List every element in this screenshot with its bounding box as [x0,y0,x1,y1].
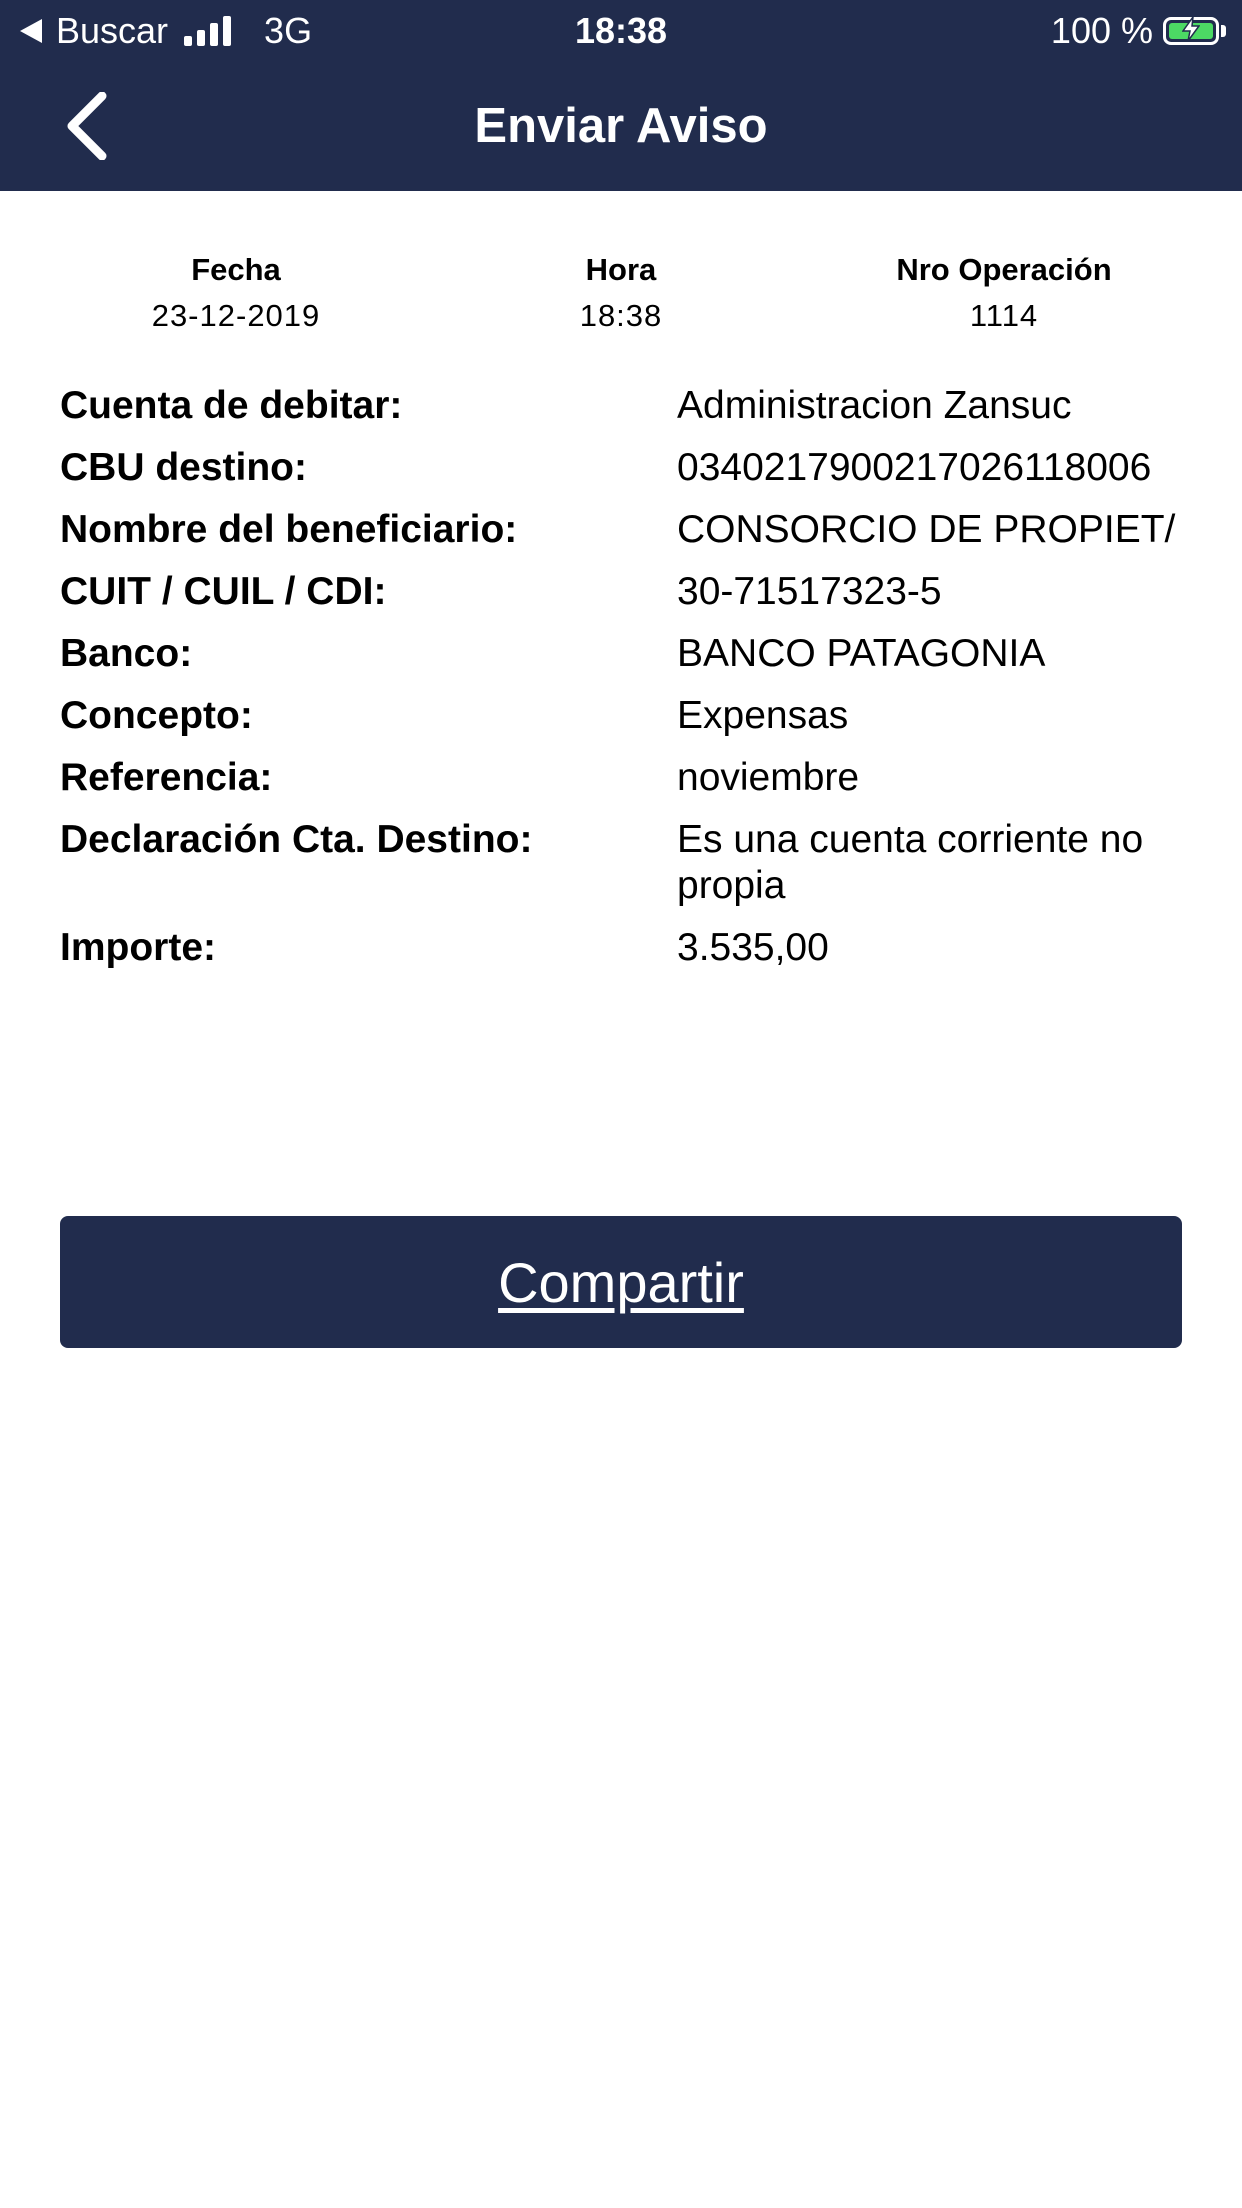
detail-label: Importe: [60,926,216,969]
charging-bolt-icon [1182,17,1200,41]
detail-value: noviembre [677,756,860,799]
detail-label: Concepto: [60,694,253,737]
battery-icon [1163,17,1219,45]
battery-tip [1221,25,1226,37]
detail-row-referencia: Referencia: noviembre [60,755,1190,801]
detail-value: 30-71517323-5 [677,570,942,613]
detail-label: CBU destino: [60,446,307,489]
detail-label: Referencia: [60,756,273,799]
operacion-label: Nro Operación [896,252,1112,287]
detail-row-importe: Importe: 3.535,00 [60,925,1190,971]
detail-label: Banco: [60,632,193,675]
detail-value: Expensas [677,694,849,737]
detail-label: Nombre del beneficiario: [60,508,518,551]
hora-value: 18:38 [579,298,663,333]
detail-row-declaracion: Declaración Cta. Destino: Es una cuenta … [60,817,1190,909]
detail-value: 0340217900217026118006 [677,446,1152,489]
hora-label: Hora [585,252,657,287]
operacion-block: Nro Operación 1114 [824,248,1184,340]
detail-row-cuenta: Cuenta de debitar: Administracion Zansuc [60,383,1190,429]
operation-summary: Fecha 23-12-2019 Hora 18:38 Nro Operació… [0,248,1242,348]
detail-value: CONSORCIO DE PROPIET/ [677,508,1176,551]
detail-row-banco: Banco: BANCO PATAGONIA [60,631,1190,677]
navigation-bar: Enviar Aviso [0,62,1242,191]
fecha-label: Fecha [191,252,281,287]
detail-value: Administracion Zansuc [677,384,1072,427]
status-bar: Buscar 3G 18:38 100 % [0,0,1242,62]
hora-block: Hora 18:38 [441,248,801,340]
battery-percent: 100 % [1050,10,1153,51]
detail-value: 3.535,00 [677,926,829,969]
share-button[interactable]: Compartir [60,1216,1182,1348]
detail-row-concepto: Concepto: Expensas [60,693,1190,739]
page-title: Enviar Aviso [474,99,768,153]
detail-row-beneficiario: Nombre del beneficiario: CONSORCIO DE PR… [60,507,1190,553]
detail-label: Cuenta de debitar: [60,384,403,427]
detail-value: BANCO PATAGONIA [677,632,1046,675]
status-right: 100 % [1051,10,1226,52]
operacion-value: 1114 [969,298,1039,333]
fecha-value: 23-12-2019 [151,298,321,333]
transfer-details: Cuenta de debitar: Administracion Zansuc… [60,383,1190,987]
detail-label: CUIT / CUIL / CDI: [60,570,387,613]
top-bar: Buscar 3G 18:38 100 % Enviar Aviso [0,0,1242,191]
detail-value: Es una cuenta corriente no propia [677,818,1144,907]
detail-row-cbu: CBU destino: 0340217900217026118006 [60,445,1190,491]
fecha-block: Fecha 23-12-2019 [56,248,416,340]
detail-row-cuit: CUIT / CUIL / CDI: 30-71517323-5 [60,569,1190,615]
detail-label: Declaración Cta. Destino: [60,818,533,861]
